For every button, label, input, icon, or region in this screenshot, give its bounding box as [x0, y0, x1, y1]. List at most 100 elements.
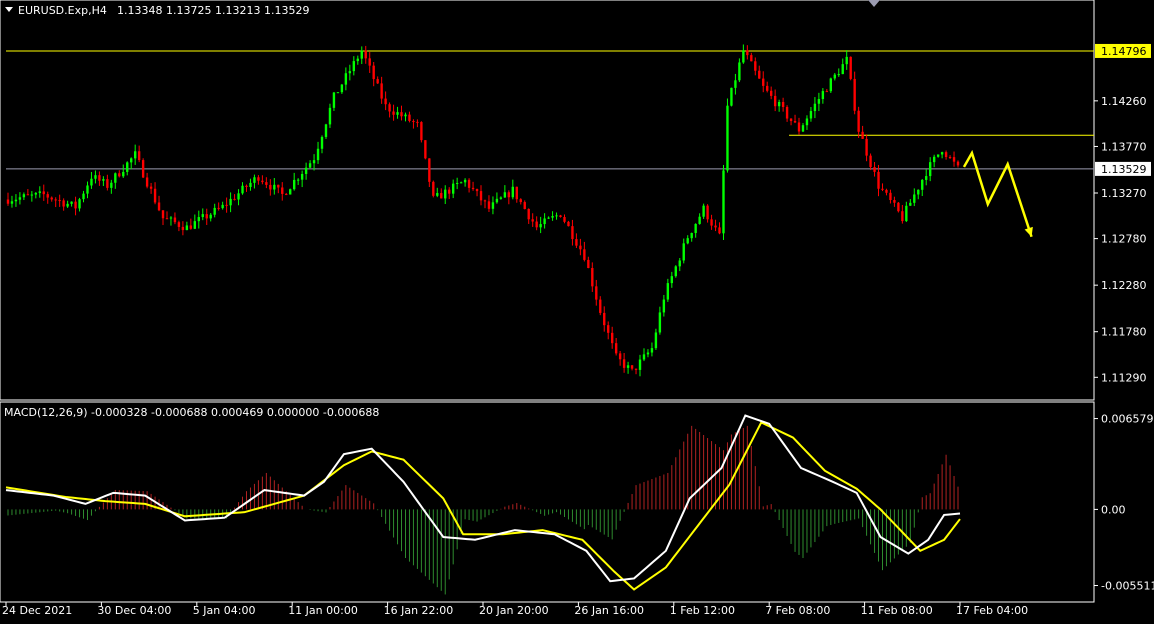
candle-body — [475, 189, 479, 192]
candle-body — [917, 189, 920, 195]
macd-tick-label: 0.00 — [1101, 503, 1126, 516]
candle-body — [817, 99, 821, 104]
price-tick-label: 1.14260 — [1101, 95, 1147, 108]
candle-body — [702, 205, 705, 217]
candle-body — [603, 312, 606, 326]
candle-body — [6, 199, 10, 204]
candle-body — [324, 124, 328, 137]
candle-body — [130, 158, 133, 163]
candle-body — [308, 163, 312, 168]
candle-body — [519, 199, 522, 203]
candle-body — [714, 225, 717, 228]
candle-body — [471, 187, 475, 190]
candle-body — [233, 198, 236, 200]
price-pane[interactable]: EURUSD.Exp,H4 1.13348 1.13725 1.13213 1.… — [0, 0, 1095, 401]
candle-body — [944, 152, 948, 157]
time-tick-label: 30 Dec 04:00 — [97, 604, 171, 617]
candle-body — [344, 73, 348, 85]
candle-body — [70, 201, 73, 204]
candle-body — [34, 192, 38, 195]
candle-body — [241, 185, 244, 194]
candle-body — [126, 162, 129, 172]
candle-body — [432, 181, 435, 196]
candle-body — [316, 148, 320, 161]
candle — [897, 202, 900, 213]
candle-body — [404, 114, 407, 117]
candle-body — [829, 78, 833, 92]
candle-body — [229, 198, 232, 206]
candle — [324, 123, 328, 139]
candle-body — [26, 194, 30, 196]
candle-body — [368, 58, 371, 66]
candle-body — [555, 215, 558, 217]
candle-body — [340, 84, 344, 93]
candle-body — [153, 188, 157, 203]
candle-body — [289, 189, 292, 195]
candle-body — [487, 201, 491, 209]
candle-body — [384, 98, 387, 105]
candle-body — [654, 332, 658, 349]
candle-body — [499, 197, 503, 199]
price-tag-label: 1.13529 — [1101, 163, 1147, 176]
candle-body — [102, 179, 105, 181]
candle-body — [515, 186, 518, 200]
candle-body — [551, 216, 554, 218]
candle-body — [710, 219, 713, 226]
candle-body — [853, 78, 856, 111]
candle-body — [599, 299, 602, 313]
candle-body — [285, 193, 288, 195]
candle-body — [392, 111, 395, 115]
macd-axis[interactable]: 0.006579 0.00 -0.005511 — [1094, 413, 1154, 593]
macd-pane[interactable]: MACD(12,26,9) -0.000328 -0.000688 0.0004… — [0, 401, 1095, 603]
candle-body — [622, 359, 626, 368]
time-axis[interactable]: 24 Dec 2021 30 Dec 04:00 5 Jan 04:00 11 Jan… — [2, 602, 1028, 617]
candle-body — [793, 121, 797, 123]
candle-body — [948, 156, 952, 158]
candle-body — [841, 64, 844, 75]
candle-body — [54, 199, 57, 201]
candle-body — [376, 79, 379, 84]
candle-body — [547, 217, 550, 219]
candle-body — [626, 365, 630, 368]
candle-body — [881, 188, 884, 190]
candle-body — [610, 332, 614, 344]
candle — [420, 121, 423, 143]
candle-body — [66, 203, 69, 207]
candle-body — [269, 184, 272, 190]
macd-tick-label: -0.005511 — [1101, 579, 1154, 592]
chart-window[interactable]: EURUSD.Exp,H4 1.13348 1.13725 1.13213 1.… — [0, 0, 1154, 620]
candle-body — [507, 192, 511, 198]
candle-body — [535, 221, 538, 228]
time-tick-label: 16 Jan 22:00 — [384, 604, 454, 617]
candle-body — [296, 179, 300, 181]
candle-body — [114, 173, 117, 183]
candle — [336, 92, 340, 94]
price-axis[interactable]: 1.14260 1.13770 1.13270 1.12780 1.12280 1.117… — [1094, 43, 1151, 384]
candle-body — [467, 179, 471, 188]
macd-label: MACD(12,26,9) -0.000328 -0.000688 0.0004… — [4, 406, 379, 419]
candle-body — [694, 223, 697, 233]
candle-body — [388, 104, 391, 112]
time-tick-label: 11 Jan 00:00 — [288, 604, 358, 617]
candle-body — [901, 211, 904, 222]
candle-body — [833, 74, 836, 79]
candle-body — [408, 114, 411, 122]
candle-body — [662, 299, 666, 313]
candle-body — [46, 194, 49, 198]
candle-body — [300, 173, 304, 180]
candle-body — [638, 359, 642, 370]
candle-body — [928, 162, 932, 177]
candle-body — [595, 286, 598, 300]
price-tick-label: 1.12280 — [1101, 279, 1147, 292]
candle-body — [936, 154, 940, 157]
candle-body — [563, 217, 566, 222]
time-tick-label: 1 Feb 12:00 — [670, 604, 735, 617]
candle-body — [94, 175, 97, 179]
candle-body — [122, 171, 125, 177]
candle-body — [785, 107, 789, 119]
candle-body — [209, 214, 212, 219]
candle-body — [905, 205, 908, 222]
candle-body — [157, 202, 161, 211]
candle-body — [137, 151, 141, 161]
candle-body — [646, 352, 650, 355]
